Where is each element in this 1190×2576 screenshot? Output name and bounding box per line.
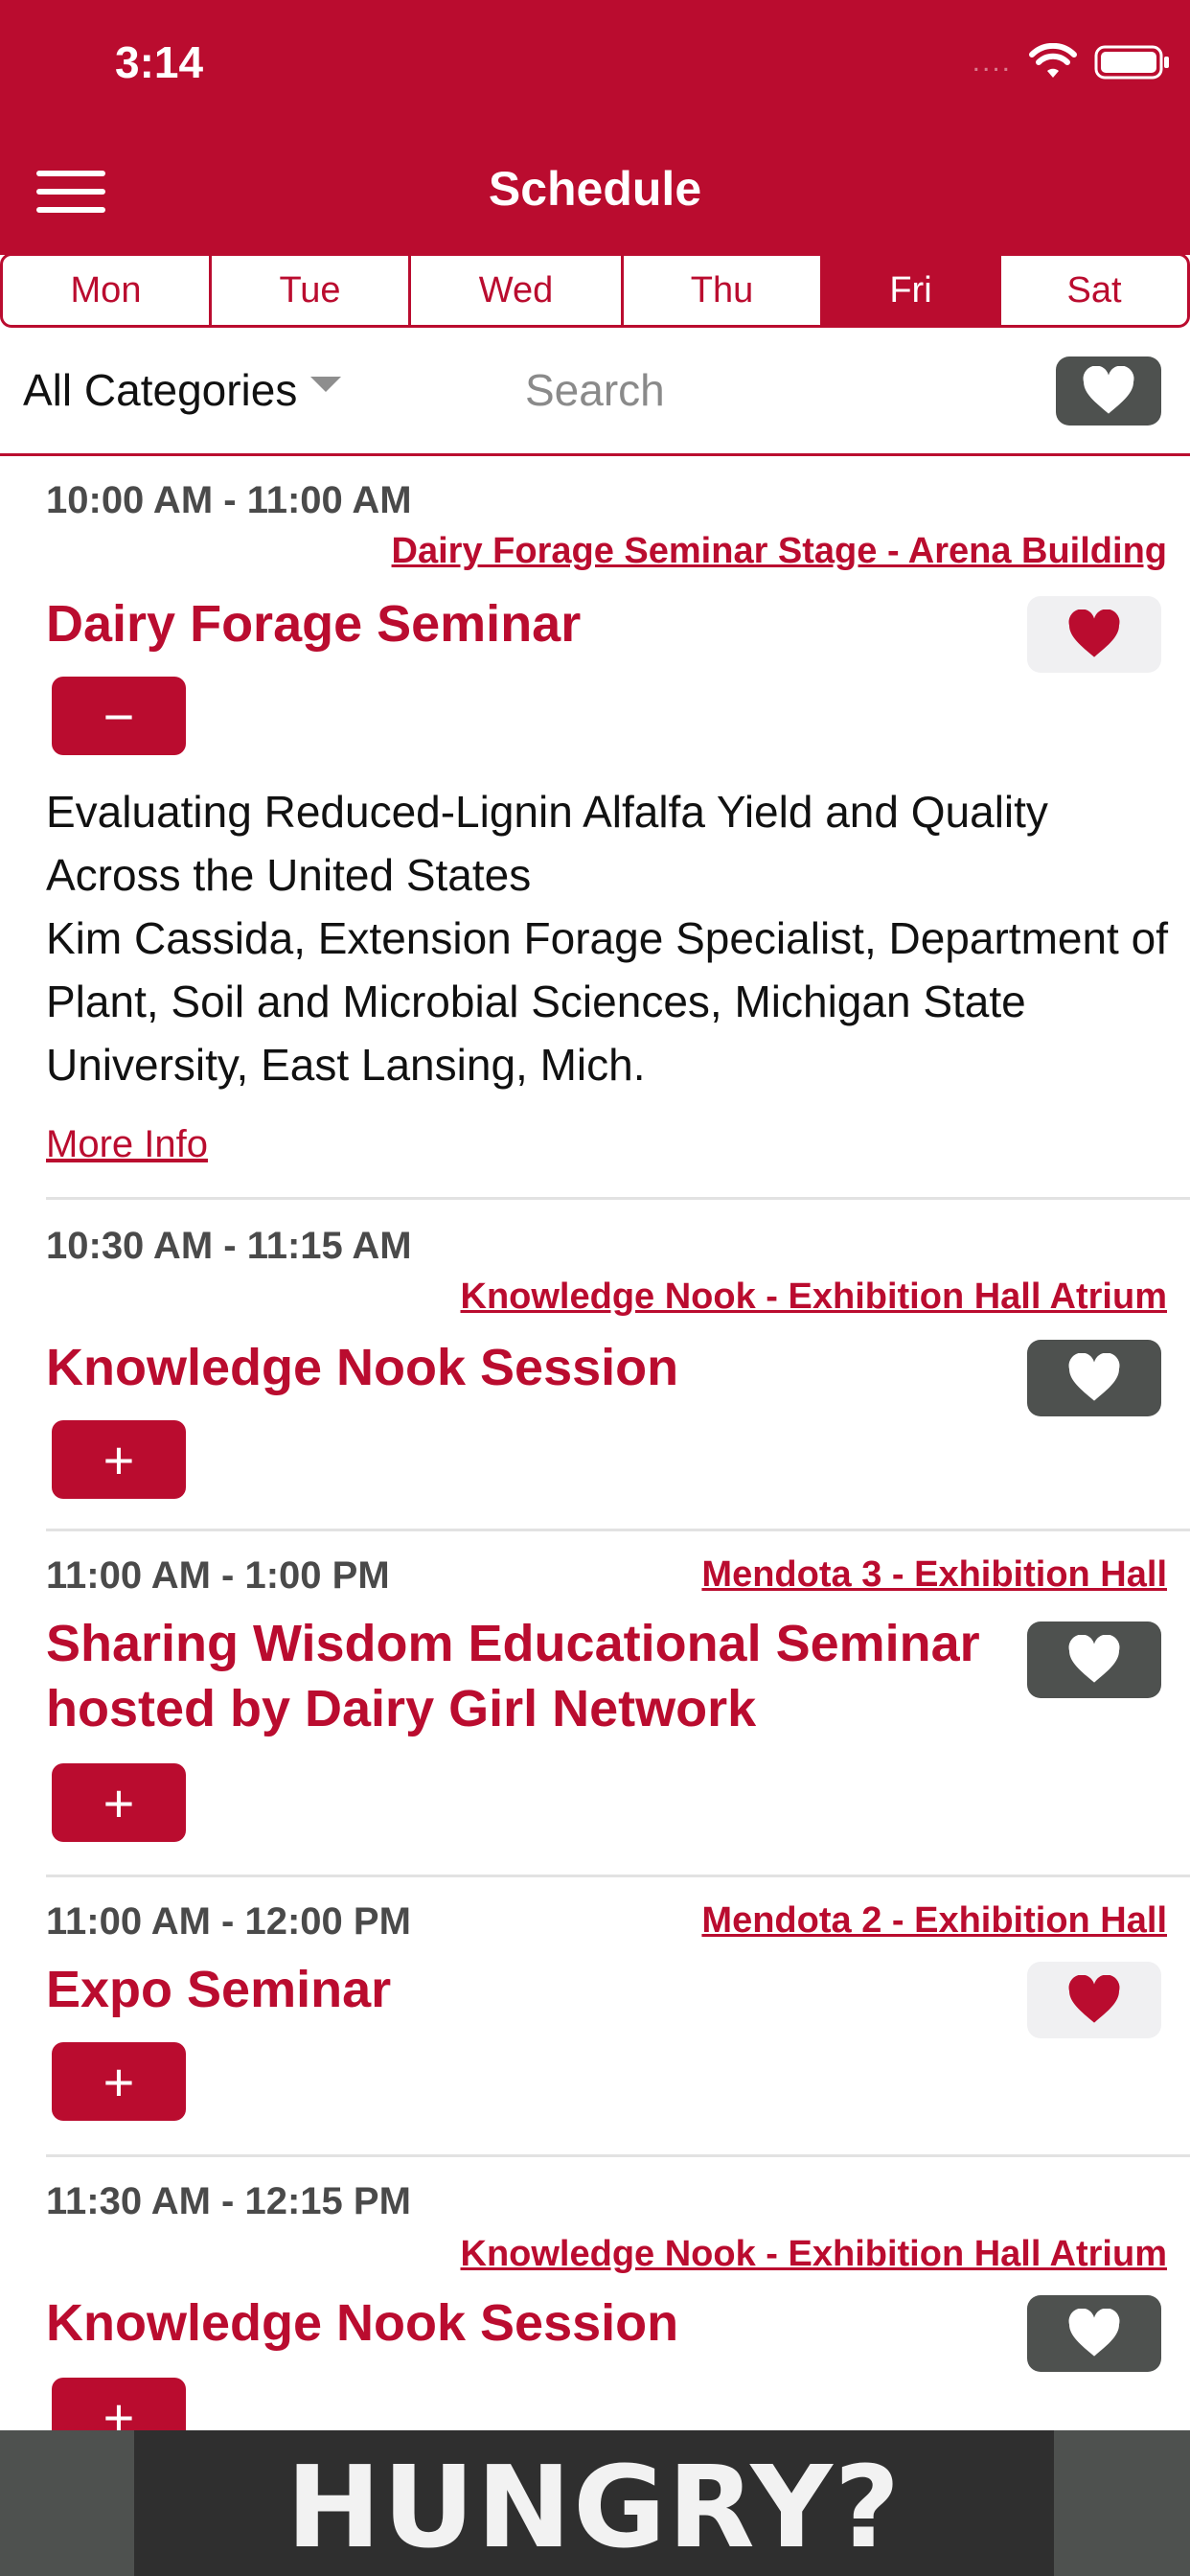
event-title[interactable]: Expo Seminar (46, 1956, 391, 2023)
event-location-link[interactable]: Knowledge Nook - Exhibition Hall Atrium (461, 2234, 1168, 2275)
heart-icon (1083, 366, 1134, 414)
expand-button[interactable]: + (52, 1763, 186, 1842)
top-bar: 3:14 .... Schedule (0, 0, 1190, 255)
day-tabs: Mon Tue Wed Thu Fri Sat (0, 253, 1190, 328)
heart-icon (1068, 610, 1120, 657)
tab-tue[interactable]: Tue (212, 256, 411, 325)
favorite-button[interactable] (1027, 1340, 1161, 1416)
event-title[interactable]: Knowledge Nook Session (46, 1334, 678, 1401)
wifi-icon (1029, 43, 1077, 78)
ad-text: HUNGRY? (286, 2441, 903, 2573)
expand-button[interactable]: + (52, 2378, 186, 2430)
event-location-link[interactable]: Knowledge Nook - Exhibition Hall Atrium (461, 1276, 1168, 1318)
battery-icon (1094, 45, 1169, 80)
event-location-link[interactable]: Dairy Forage Seminar Stage - Arena Build… (392, 531, 1167, 572)
tab-label: Sat (1066, 269, 1122, 310)
event-location-link[interactable]: Mendota 2 - Exhibition Hall (701, 1900, 1167, 1942)
tab-sat[interactable]: Sat (1001, 256, 1187, 325)
favorite-button[interactable] (1027, 2295, 1161, 2372)
tab-thu[interactable]: Thu (624, 256, 823, 325)
event-speaker: Kim Cassida, Extension Forage Specialist… (46, 913, 1168, 1090)
event-time: 11:30 AM - 12:15 PM (46, 2180, 411, 2222)
favorite-button[interactable] (1027, 1622, 1161, 1698)
tab-mon[interactable]: Mon (3, 256, 212, 325)
heart-icon (1068, 1353, 1120, 1401)
list-item: 11:30 AM - 12:15 PM Knowledge Nook - Exh… (46, 2157, 1190, 2430)
list-item: 10:00 AM - 11:00 AM Dairy Forage Seminar… (46, 458, 1190, 1200)
tab-label: Thu (690, 269, 754, 310)
signal-icon: .... (972, 46, 1012, 78)
favorites-filter-button[interactable] (1056, 356, 1161, 426)
tab-label: Fri (889, 269, 932, 310)
tab-label: Tue (279, 269, 341, 310)
event-title-line-1[interactable]: Sharing Wisdom Educational Seminar (46, 1610, 980, 1677)
search-input[interactable] (525, 356, 985, 424)
status-indicators: .... (973, 38, 1171, 86)
more-info-link[interactable]: More Info (46, 1123, 208, 1166)
event-title[interactable]: Dairy Forage Seminar (46, 590, 581, 657)
event-time: 11:00 AM - 12:00 PM (46, 1900, 411, 1943)
collapse-button[interactable]: − (52, 677, 186, 755)
page-title: Schedule (488, 162, 702, 216)
event-time: 10:30 AM - 11:15 AM (46, 1225, 412, 1267)
chevron-down-icon (310, 377, 342, 392)
expand-button[interactable]: + (52, 2042, 186, 2121)
event-location-link[interactable]: Mendota 3 - Exhibition Hall (701, 1554, 1167, 1596)
tab-label: Wed (478, 269, 554, 310)
tab-wed[interactable]: Wed (411, 256, 624, 325)
list-item: 11:00 AM - 1:00 PM Mendota 3 - Exhibitio… (46, 1531, 1190, 1877)
heart-icon (1068, 1635, 1120, 1683)
status-time: 3:14 (115, 37, 204, 87)
ad-image: HUNGRY? (134, 2430, 1054, 2576)
tab-label: Mon (70, 269, 142, 310)
favorite-button[interactable] (1027, 1962, 1161, 2038)
list-item: 11:00 AM - 12:00 PM Mendota 2 - Exhibiti… (46, 1877, 1190, 2157)
favorite-button[interactable] (1027, 596, 1161, 673)
tab-fri[interactable]: Fri (823, 256, 1001, 325)
schedule-list: 10:00 AM - 11:00 AM Dairy Forage Seminar… (0, 458, 1190, 2430)
event-title-line-2[interactable]: hosted by Dairy Girl Network (46, 1675, 756, 1742)
expand-button[interactable]: + (52, 1420, 186, 1499)
filter-bar: All Categories (0, 328, 1190, 456)
event-time: 10:00 AM - 11:00 AM (46, 479, 412, 521)
heart-icon (1068, 2309, 1120, 2357)
category-label: All Categories (23, 365, 298, 415)
event-title[interactable]: Knowledge Nook Session (46, 2289, 678, 2357)
event-description: Evaluating Reduced-Lignin Alfalfa Yield … (46, 787, 1048, 900)
list-item: 10:30 AM - 11:15 AM Knowledge Nook - Exh… (46, 1200, 1190, 1531)
ad-banner[interactable]: HUNGRY? (0, 2430, 1190, 2576)
event-time: 11:00 AM - 1:00 PM (46, 1554, 390, 1597)
heart-icon (1068, 1975, 1120, 2023)
category-dropdown[interactable]: All Categories (23, 364, 342, 416)
